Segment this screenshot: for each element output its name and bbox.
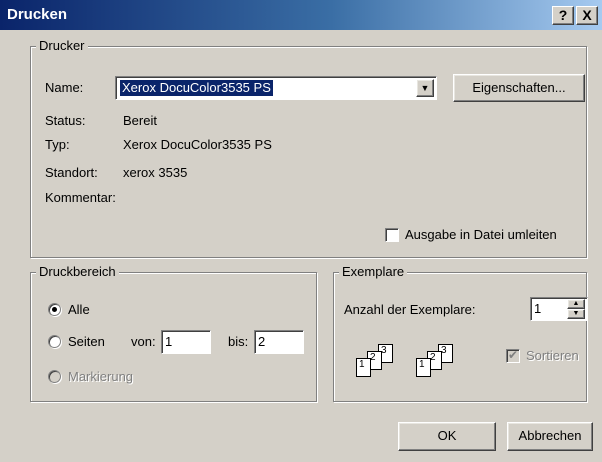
from-input-value: 1 [165,334,173,349]
help-icon: ? [558,7,568,23]
copies-groupbox [333,272,587,402]
checkmark-icon: ✔ [508,348,519,362]
ok-button[interactable]: OK [398,422,496,451]
print-to-file-checkbox[interactable] [385,228,399,242]
copies-count-label: Anzahl der Exemplare: [344,302,476,317]
cancel-button-label: Abbrechen [518,428,582,443]
collate-icon: 3 2 1 [356,344,408,378]
copies-group-label: Exemplare [339,264,408,280]
range-all-label: Alle [68,302,90,317]
radio-selected-dot [52,307,57,312]
type-value: Xerox DocuColor3535 PS [123,137,272,152]
location-label: Standort: [45,165,98,180]
range-all-radio[interactable] [48,303,61,316]
from-input[interactable]: 1 [161,330,211,354]
title-bar: Drucken ? X [0,0,602,30]
properties-button[interactable]: Eigenschaften... [453,74,585,102]
properties-button-label: Eigenschaften... [472,80,566,95]
range-pages-label: Seiten [68,334,105,349]
collate-label: Sortieren [526,348,579,363]
to-input-value: 2 [258,334,266,349]
status-label: Status: [45,113,86,128]
close-icon: X [582,7,592,23]
close-button[interactable]: X [576,6,598,25]
arrow-up-icon: ▲ [572,300,580,307]
comment-label: Kommentar: [45,190,116,205]
range-group-label: Druckbereich [36,264,119,280]
collate-checkbox: ✔ [506,348,520,363]
type-label: Typ: [45,137,70,152]
collate-icon-2: 3 2 1 [416,344,468,378]
page-icon-1: 1 [356,358,371,377]
name-label: Name: [45,80,84,95]
printer-name-value: Xerox DocuColor3535 PS [120,80,273,96]
printer-name-select[interactable]: Xerox DocuColor3535 PS ▼ [115,76,437,100]
arrow-down-icon: ▼ [572,310,580,317]
help-button[interactable]: ? [552,6,574,25]
copies-count-value: 1 [534,301,542,316]
range-selection-label: Markierung [68,369,134,384]
status-value: Bereit [123,113,157,128]
cancel-button[interactable]: Abbrechen [507,422,593,451]
dropdown-button[interactable]: ▼ [416,79,434,97]
to-input[interactable]: 2 [254,330,304,354]
location-value: xerox 3535 [123,165,188,180]
range-pages-radio[interactable] [48,335,61,348]
print-to-file-label: Ausgabe in Datei umleiten [405,227,557,242]
window-title: Drucken [7,6,68,23]
range-selection-radio [48,370,61,383]
printer-group-label: Drucker [36,38,88,54]
ok-button-label: OK [437,428,457,443]
to-label: bis: [228,334,249,349]
copies-spinner[interactable]: 1 ▲ ▼ [530,297,588,321]
page-icon-1: 1 [416,358,431,377]
from-label: von: [131,334,156,349]
spin-up-button[interactable]: ▲ [567,299,585,309]
spin-down-button[interactable]: ▼ [567,309,585,319]
chevron-down-icon: ▼ [420,83,430,93]
